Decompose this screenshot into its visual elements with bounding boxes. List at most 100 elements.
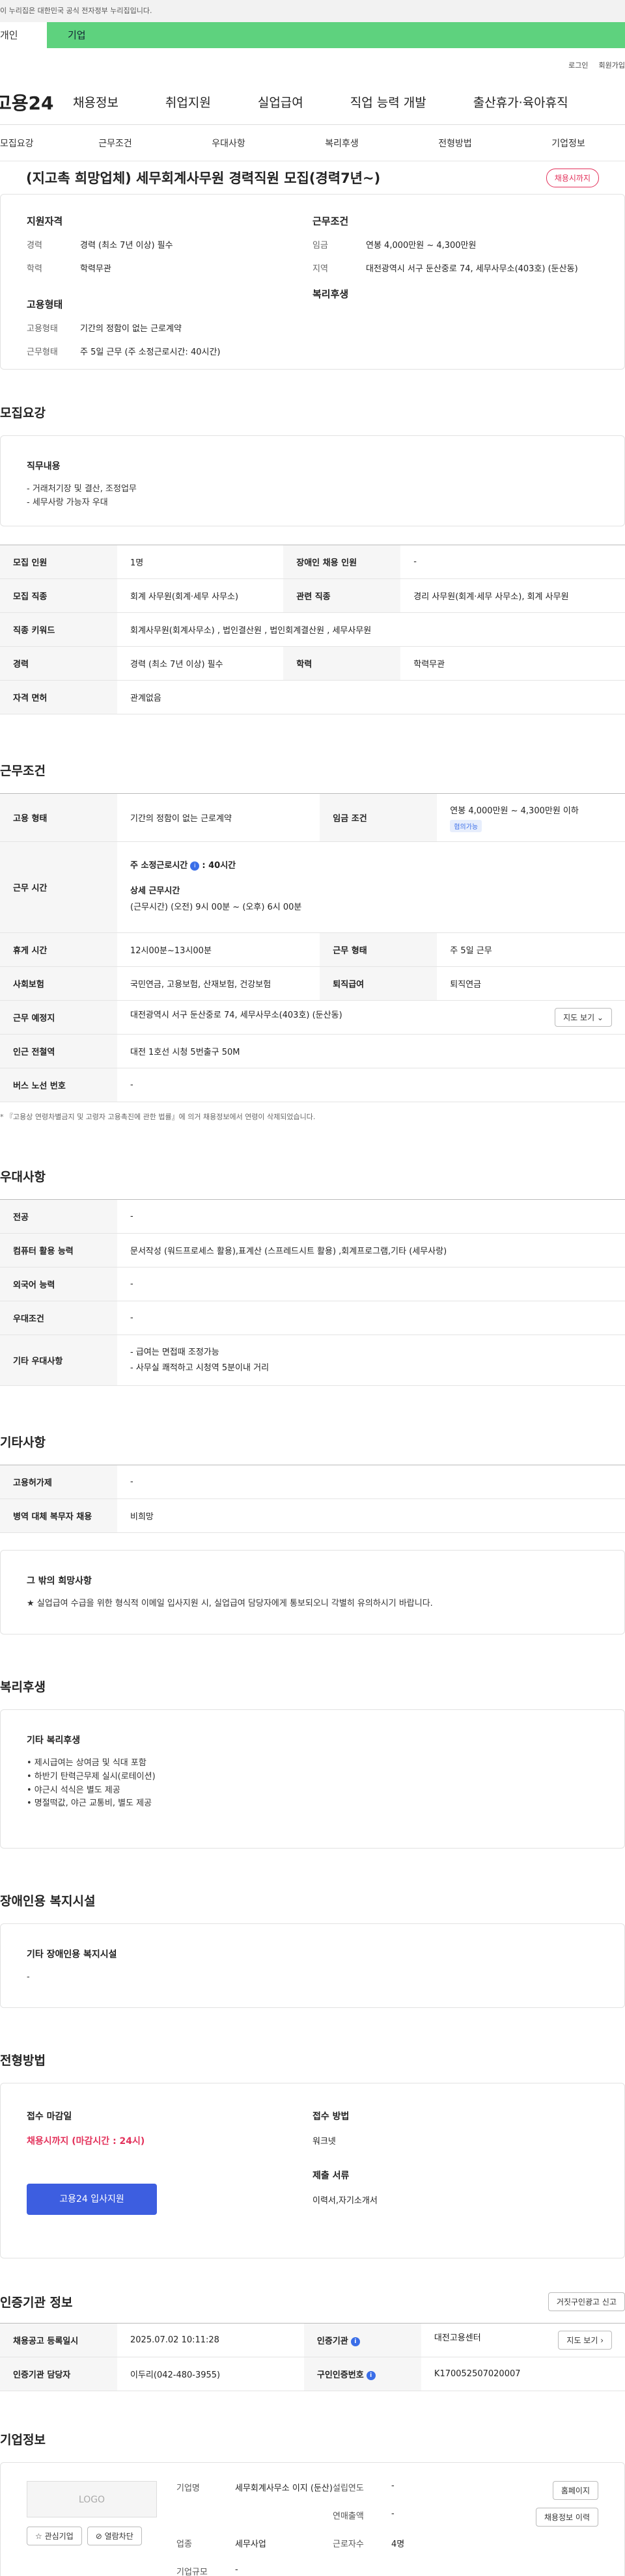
bus-label: 버스 노선 번호	[0, 1068, 117, 1102]
work-hours-label: 근무 시간	[0, 841, 117, 933]
subnav-preferences[interactable]: 우대사항	[172, 137, 285, 150]
language-label: 외국어 능력	[0, 1267, 117, 1301]
report-fake-ad-button[interactable]: 거짓구인광고 신고	[548, 2292, 625, 2311]
military-label: 병역 대체 복무자 채용	[0, 1498, 117, 1533]
industry-value: 세무사업	[235, 2540, 266, 2549]
nav-employment-support[interactable]: 취업지원	[165, 93, 211, 111]
nav-parental-leave[interactable]: 출산휴가·육아휴직	[473, 93, 568, 111]
etc-pref-label: 기타 우대사항	[0, 1335, 117, 1386]
sales-value: -	[391, 2509, 395, 2519]
emp-type-label: 고용 형태	[0, 793, 117, 842]
retirement-value: 퇴직연금	[437, 966, 625, 1001]
map-view-button[interactable]: 지도 보기 ⌄	[555, 1008, 612, 1027]
reg-date-value: 2025.07.02 10:11:28	[117, 2323, 304, 2357]
company-box: LOGO ☆ 관심기업 ⊘ 열람차단 기업명 세무회계사무소 이지 (둔산) 설립…	[0, 2462, 625, 2576]
related-job-label: 관련 직종	[283, 578, 401, 613]
agency-map-button[interactable]: 지도 보기 ›	[558, 2331, 612, 2350]
section-preferences-title: 우대사항	[0, 1170, 46, 1184]
subnav-company[interactable]: 기업정보	[512, 137, 625, 150]
hope-box: 그 밖의 희망사항 ★ 실업급여 수급을 위한 형식적 이메일 입사지원 시, …	[0, 1550, 625, 1634]
info-icon[interactable]: i	[366, 2370, 376, 2380]
industry-label: 업종	[176, 2540, 192, 2549]
tab-company[interactable]: 기업	[47, 22, 625, 48]
hope-heading: 그 밖의 희망사항	[27, 1576, 92, 1586]
homepage-button[interactable]: 홈페이지	[552, 2481, 598, 2500]
info-icon[interactable]: i	[350, 2337, 360, 2346]
disabled-value: -	[27, 1972, 30, 1982]
nav-unemployment-benefit[interactable]: 실업급여	[258, 93, 303, 111]
subnav-recruit[interactable]: 모집요강	[0, 137, 59, 150]
work-permit-value: -	[117, 1465, 625, 1499]
agency-header: 인증기관 정보 거짓구인광고 신고	[0, 2258, 625, 2323]
employees-label: 근로자수	[333, 2540, 364, 2549]
summary-wage-label: 임금	[312, 241, 328, 251]
computer-skill-value: 문서작성 (워드프로세스 활용),표계산 (스프레드시트 활용) ,회계프로그램…	[117, 1233, 625, 1268]
method-value: 워크넷	[312, 2137, 336, 2147]
work-form-value: 주 5일 근무	[437, 932, 625, 967]
job-title-bar: (지고촉 희망업체) 세무회계사무원 경력직원 모집(경력7년~) 채용시까지	[0, 161, 625, 194]
summary-region-value: 대전광역시 서구 둔산중로 74, 세무사무소(403호) (둔산동)	[366, 264, 578, 274]
disabled-heading: 기타 장애인용 복지시설	[27, 1949, 117, 1960]
cert-number-value: K170052507020007	[421, 2357, 625, 2391]
signup-link[interactable]: 회원가입	[599, 60, 625, 79]
job-history-button[interactable]: 채용정보 이력	[535, 2508, 598, 2527]
docs-value: 이력서,자기소개서	[312, 2196, 378, 2206]
apply-button[interactable]: 고용24 입사지원	[27, 2184, 157, 2215]
site-logo[interactable]: 고용24	[0, 89, 73, 115]
rest-time-label: 휴게 시간	[0, 932, 117, 967]
job-keyword-value: 회계사무원(회계사무소) , 법인결산원 , 법인회계결산원 , 세무사무원	[117, 612, 625, 647]
nav-vocational-training[interactable]: 직업 능력 개발	[350, 93, 426, 111]
related-job-value: 경리 사무원(회계·세무 사무소), 회계 사무원	[400, 578, 625, 613]
section-disabled-title: 장애인용 복지시설	[0, 1894, 96, 1908]
section-recruit-title: 모집요강	[0, 406, 46, 420]
summary-work-value: 주 5일 근무 (주 소정근로시간: 40시간)	[80, 347, 221, 357]
welfare-line-1: • 제시급여는 상여금 및 식대 포함	[27, 1758, 146, 1768]
section-nav: 모집요강 근무조건 우대사항 복리후생 전형방법 기업정보	[0, 125, 625, 161]
summary-welfare-heading: 복리후생	[312, 288, 349, 300]
company-size-label: 기업규모	[176, 2568, 208, 2576]
method-heading: 접수 방법	[312, 2111, 350, 2122]
military-value: 비희망	[117, 1498, 625, 1533]
major-value: -	[117, 1199, 625, 1234]
block-company-button[interactable]: ⊘ 열람차단	[87, 2527, 142, 2545]
detail-hours-label: 상세 근무시간	[130, 886, 180, 897]
etc-pref-line-2: - 사무실 쾌적하고 시청역 5분이내 거리	[130, 1363, 270, 1373]
nav-jobs[interactable]: 채용정보	[73, 93, 118, 111]
workplace-value: 대전광역시 서구 둔산중로 74, 세무사무소(403호) (둔산동)	[130, 1010, 342, 1020]
bus-value: -	[117, 1068, 625, 1102]
summary-qual-heading: 지원자격	[27, 215, 63, 227]
founded-value: -	[391, 2481, 395, 2491]
summary-cond-heading: 근무조건	[312, 215, 349, 227]
age-notice: * 『고용상 연령차별금지 및 고령자 고용촉진에 관한 법률』에 의거 채용정…	[0, 1113, 316, 1121]
conditions-table: 고용 형태 기간의 정함이 없는 근로계약 임금 조건 연봉 4,000만원 ~ 4,…	[0, 793, 625, 1102]
weekly-hours-label: 주 소정근로시간	[130, 861, 188, 871]
user-tabs: 개인 기업	[0, 22, 625, 48]
favorite-company-button[interactable]: ☆ 관심기업	[27, 2527, 82, 2545]
info-icon[interactable]: i	[190, 861, 200, 871]
duty-line-1: - 거래처기장 및 결산, 조정업무	[27, 484, 137, 494]
career-label: 경력	[0, 646, 117, 681]
job-type-label: 모집 직종	[0, 578, 117, 613]
wage-negotiable-tag: 협의가능	[450, 819, 482, 832]
subnav-conditions[interactable]: 근무조건	[59, 137, 172, 150]
summary-emptype-label: 고용형태	[27, 324, 58, 334]
detail-hours-value: (근무시간) (오전) 9시 00분 ~ (오후) 6시 00분	[130, 902, 302, 912]
duty-box: 직무내용 - 거래처기장 및 결산, 조정업무 - 세무사랑 가능자 우대	[0, 435, 625, 526]
education-label: 학력	[283, 646, 401, 681]
subnav-selection[interactable]: 전형방법	[398, 137, 512, 150]
agency-label: 인증기관	[316, 2337, 348, 2346]
computer-skill-label: 컴퓨터 활용 능력	[0, 1233, 117, 1268]
section-etc-title: 기타사항	[0, 1435, 46, 1450]
summary-region-label: 지역	[312, 264, 328, 274]
tab-personal[interactable]: 개인	[0, 22, 47, 48]
agency-manager-label: 인증기관 담당자	[0, 2357, 117, 2391]
hope-text: ★ 실업급여 수급을 위한 형식적 이메일 입사지원 시, 실업급여 담당자에게…	[27, 1599, 433, 1608]
section-selection-title: 전형방법	[0, 2054, 46, 2068]
summary-edu-value: 학력무관	[80, 264, 111, 274]
sales-label: 연매출액	[333, 2512, 364, 2521]
career-value: 경력 (최소 7년 이상) 필수	[117, 646, 284, 681]
employees-value: 4명	[391, 2540, 405, 2549]
login-link[interactable]: 로그인	[568, 60, 588, 79]
subnav-welfare[interactable]: 복리후생	[285, 137, 398, 150]
emp-type-value: 기간의 정함이 없는 근로계약	[117, 793, 320, 842]
